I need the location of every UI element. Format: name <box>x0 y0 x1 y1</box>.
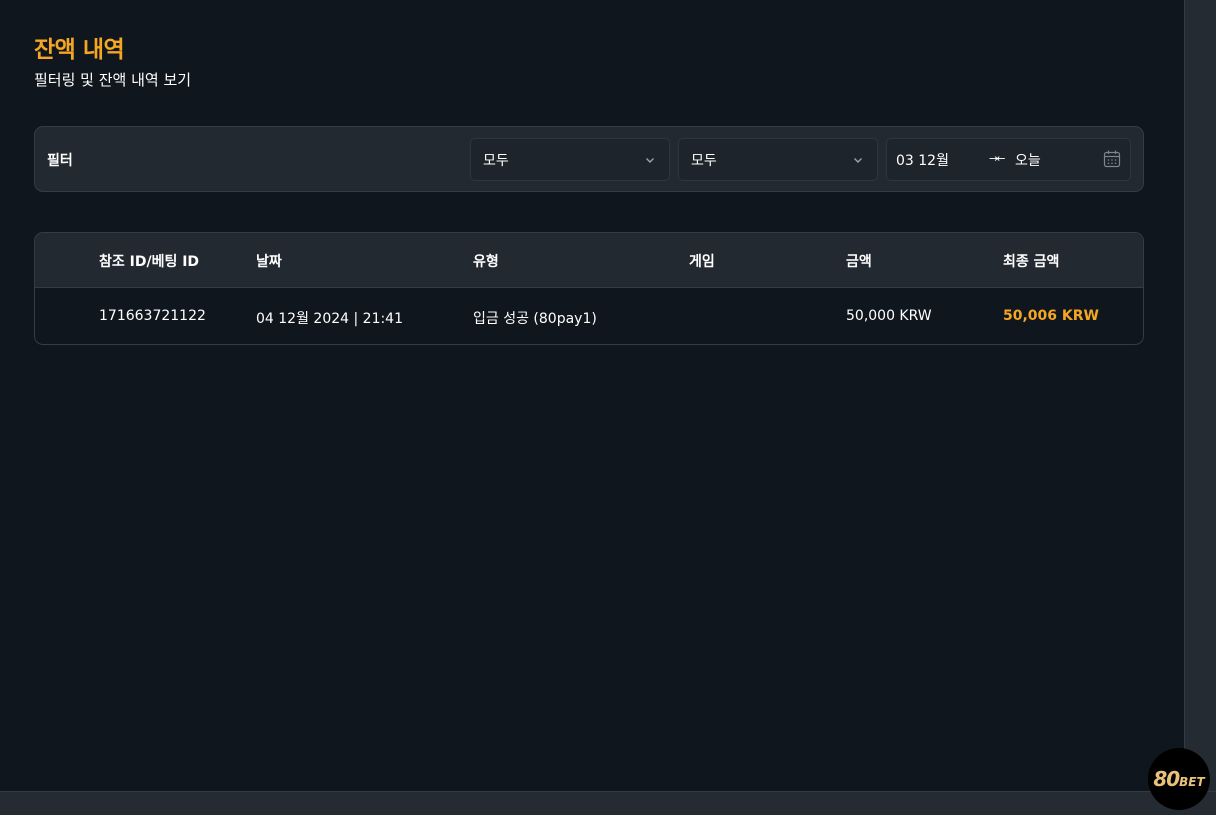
column-header-game: 게임 <box>689 254 715 270</box>
type-filter-value: 모두 <box>483 152 509 169</box>
filter-label: 필터 <box>47 153 73 169</box>
vertical-scrollbar[interactable] <box>1184 0 1216 791</box>
main-content: 잔액 내역 필터링 및 잔액 내역 보기 필터 모두 모두 03 12월 →← … <box>0 0 1184 791</box>
chevron-down-icon <box>854 157 862 163</box>
horizontal-scrollbar[interactable] <box>0 791 1216 815</box>
cell-final-amount: 50,006 KRW <box>1003 308 1099 324</box>
game-filter-select[interactable]: 모두 <box>678 138 878 181</box>
type-filter-select[interactable]: 모두 <box>470 138 670 181</box>
column-header-type: 유형 <box>473 254 499 270</box>
column-header-final-amount: 최종 금액 <box>1003 254 1060 270</box>
balance-history-table: 참조 ID/베팅 ID 날짜 유형 게임 금액 최종 금액 1716637211… <box>34 232 1144 345</box>
calendar-icon[interactable] <box>1103 149 1121 169</box>
chevron-down-icon <box>646 157 654 163</box>
cell-type: 입금 성공 (80pay1) <box>473 311 597 327</box>
table-header: 참조 ID/베팅 ID 날짜 유형 게임 금액 최종 금액 <box>35 233 1143 288</box>
date-end: 오늘 <box>1015 153 1041 169</box>
date-start: 03 12월 <box>896 153 949 169</box>
game-filter-value: 모두 <box>691 152 717 169</box>
column-header-ref-id: 참조 ID/베팅 ID <box>99 254 200 270</box>
page: 잔액 내역 필터링 및 잔액 내역 보기 필터 모두 모두 03 12월 →← … <box>0 0 1216 815</box>
filter-bar: 필터 모두 모두 03 12월 →← 오늘 <box>34 126 1144 192</box>
range-arrows-icon: →← <box>989 152 1006 165</box>
column-header-date: 날짜 <box>256 254 282 270</box>
cell-date: 04 12월 2024 | 21:41 <box>256 311 404 327</box>
date-range-picker[interactable]: 03 12월 →← 오늘 <box>886 138 1131 181</box>
brand-logo[interactable]: 80BET <box>1148 748 1210 810</box>
cell-ref-id: 171663721122 <box>99 308 206 324</box>
column-header-amount: 금액 <box>846 254 872 270</box>
cell-amount: 50,000 KRW <box>846 308 932 324</box>
page-title: 잔액 내역 <box>34 37 125 63</box>
page-subtitle: 필터링 및 잔액 내역 보기 <box>34 71 192 89</box>
logo-text: 80BET <box>1153 767 1205 791</box>
